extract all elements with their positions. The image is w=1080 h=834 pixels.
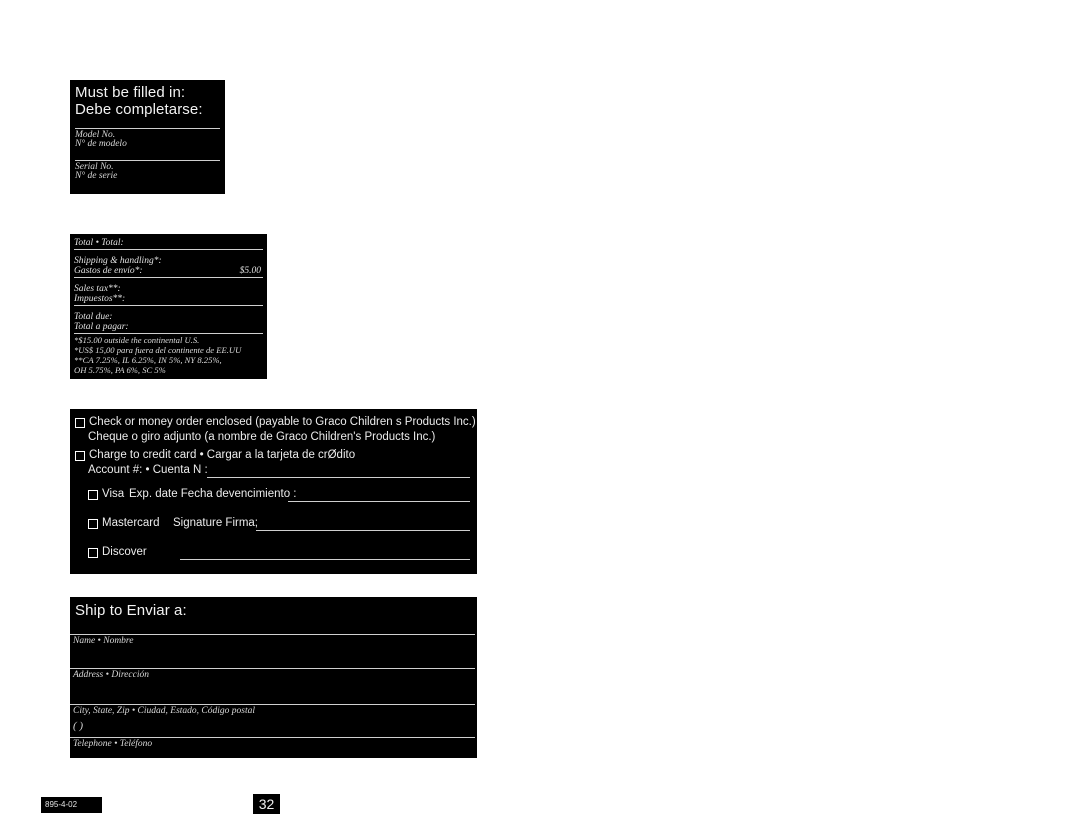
shipping-amount: $5.00 — [239, 266, 261, 276]
telephone-label: Telephone • Teléfono — [73, 739, 153, 749]
mastercard-option-row[interactable]: Mastercard — [88, 516, 160, 531]
totals-panel: Total • Total: Shipping & handling*: Gas… — [70, 234, 267, 379]
account-number-rule — [207, 477, 470, 478]
visa-option-row[interactable]: Visa — [88, 487, 124, 502]
checkbox-icon[interactable] — [88, 490, 98, 500]
checkbox-icon[interactable] — [75, 451, 85, 461]
document-code: 895-4-02 — [41, 797, 102, 813]
discover-option-row[interactable]: Discover — [88, 545, 147, 560]
checkbox-icon[interactable] — [88, 548, 98, 558]
serial-no-rule — [75, 160, 220, 161]
name-rule — [70, 634, 475, 635]
footnote-2: *US$ 15,00 para fuera del continente de … — [74, 345, 242, 355]
footnote-1: *$15.00 outside the continental U.S. — [74, 335, 200, 345]
checkbox-icon[interactable] — [75, 418, 85, 428]
footnote-3: **CA 7.25%, IL 6.25%, IN 5%, NY 8.25%, — [74, 355, 222, 365]
discover-rule — [180, 559, 470, 560]
checkbox-icon[interactable] — [88, 519, 98, 529]
telephone-prefix: ( ) — [73, 720, 84, 732]
address-label: Address • Dirección — [73, 670, 149, 680]
telephone-input[interactable] — [120, 723, 473, 736]
check-option-label-es: Cheque o giro adjunto (a nombre de Graco… — [88, 431, 436, 443]
visa-option-label: Visa — [102, 488, 125, 500]
check-option-label-en: Check or money order enclosed (payable t… — [89, 416, 476, 428]
name-label: Name • Nombre — [73, 636, 134, 646]
mastercard-option-label: Mastercard — [102, 517, 160, 529]
total-input[interactable] — [74, 237, 263, 249]
credit-option-row[interactable]: Charge to credit card • Cargar a la tarj… — [75, 448, 355, 463]
exp-date-label: Exp. date Fecha devencimiento : — [129, 488, 297, 500]
model-no-rule — [75, 128, 220, 129]
name-input[interactable] — [73, 622, 473, 634]
model-serial-panel: Must be filled in: Debe completarse: Mod… — [70, 80, 225, 194]
shipping-label-es: Gastos de envío*: — [74, 266, 143, 276]
account-number-label: Account #: • Cuenta N : — [88, 464, 208, 476]
signature-label: Signature Firma; — [173, 517, 259, 529]
city-label: City, State, Zip • Ciudad, Estado, Códig… — [73, 706, 255, 716]
payment-panel: Check or money order enclosed (payable t… — [70, 409, 477, 574]
address-input[interactable] — [73, 656, 473, 668]
exp-date-rule — [288, 501, 470, 502]
salestax-input[interactable] — [74, 293, 263, 305]
credit-option-label: Charge to credit card • Cargar a la tarj… — [89, 449, 356, 461]
city-rule — [70, 704, 475, 705]
account-number-input[interactable] — [207, 465, 470, 477]
footnote-4: OH 5.75%, PA 6%, SC 5% — [74, 365, 166, 375]
totaldue-input[interactable] — [74, 321, 263, 333]
shipping-panel: Ship to Enviar a: Name • Nombre Address … — [70, 597, 477, 758]
document-page: Must be filled in: Debe completarse: Mod… — [0, 0, 1080, 834]
shipping-panel-heading: Ship to Enviar a: — [75, 602, 187, 619]
shipping-rule — [74, 277, 263, 278]
address-rule — [70, 668, 475, 669]
totaldue-rule — [74, 333, 263, 334]
exp-date-input[interactable] — [288, 489, 470, 501]
city-input[interactable] — [73, 692, 473, 704]
model-panel-heading: Must be filled in: Debe completarse: — [75, 84, 203, 118]
model-panel-heading-en: Must be filled in: — [75, 84, 186, 101]
salestax-rule — [74, 305, 263, 306]
serial-no-input[interactable] — [75, 148, 220, 160]
page-number: 32 — [253, 794, 280, 814]
discover-input[interactable] — [180, 547, 470, 559]
check-option-row[interactable]: Check or money order enclosed (payable t… — [75, 415, 476, 430]
signature-input[interactable] — [256, 518, 470, 530]
signature-rule — [256, 530, 470, 531]
discover-option-label: Discover — [102, 546, 147, 558]
model-no-input[interactable] — [75, 116, 220, 128]
total-rule — [74, 249, 263, 250]
serial-no-label-es: N° de serie — [75, 171, 118, 181]
telephone-rule — [70, 737, 475, 738]
